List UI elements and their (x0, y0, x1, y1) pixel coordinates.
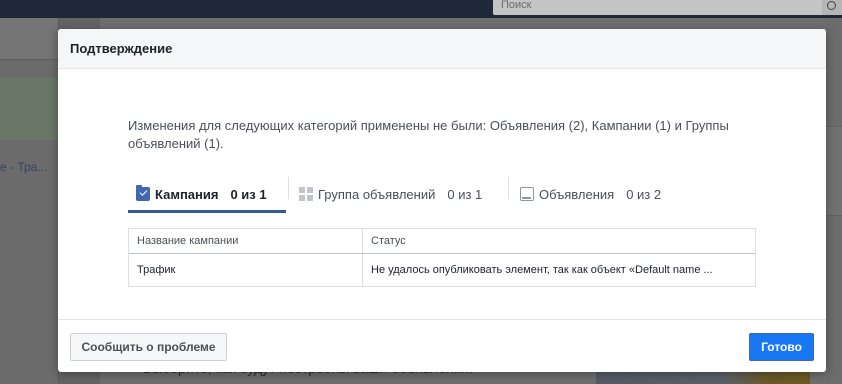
folder-check-icon (136, 185, 150, 201)
campaign-name-cell: Трафик (129, 254, 363, 286)
done-button[interactable]: Готово (749, 333, 814, 361)
column-header-status: Статус (371, 235, 406, 247)
dialog-footer: Сообщить о проблеме Готово (58, 319, 826, 372)
report-problem-button[interactable]: Сообщить о проблеме (70, 333, 227, 361)
tab-ads-label: Объявления (539, 186, 615, 202)
tab-campaign-label: Кампания (155, 186, 219, 202)
grid-icon (299, 187, 313, 201)
search-input[interactable]: Поиск (501, 0, 531, 12)
search-icon[interactable] (822, 0, 842, 15)
column-header-campaign-name: Название кампании (129, 229, 363, 253)
table-header: Название кампании Статус (129, 229, 755, 254)
dialog-title: Подтверждение (70, 41, 173, 56)
tab-divider (288, 177, 289, 199)
tab-ads[interactable]: Объявления 0 из 2 (520, 174, 661, 214)
confirmation-dialog: Подтверждение Изменения для следующих ка… (58, 29, 826, 372)
results-table: Название кампании Статус Трафик Не удало… (128, 228, 756, 287)
category-tabs: Кампания 0 из 1 Группа объявлений 0 из 1… (128, 174, 755, 214)
tab-ad-set-count: 0 из 1 (447, 186, 483, 202)
tab-ad-set-label: Группа объявлений (318, 186, 436, 202)
table-row: Трафик Не удалось опубликовать элемент, … (129, 254, 755, 286)
left-sidebar-header (0, 18, 58, 60)
tab-ads-count: 0 из 2 (626, 186, 662, 202)
active-tab-indicator (128, 210, 286, 213)
left-sidebar (0, 18, 58, 384)
tab-campaign-count: 0 из 1 (230, 186, 267, 202)
background-preview-image (596, 372, 810, 384)
status-cell: Не удалось опубликовать элемент, так как… (371, 264, 713, 276)
search-box[interactable]: Поиск (493, 0, 842, 15)
error-message: Изменения для следующих категорий примен… (128, 118, 729, 151)
right-panel-row (826, 126, 842, 216)
left-sidebar-highlight (0, 78, 58, 140)
tab-ad-set[interactable]: Группа объявлений 0 из 1 (299, 174, 482, 214)
tab-divider (508, 177, 509, 199)
tab-campaign[interactable]: Кампания 0 из 1 (136, 174, 267, 214)
dialog-header: Подтверждение (58, 29, 826, 69)
ad-icon (520, 187, 534, 201)
sidebar-campaign-link[interactable]: е - Тра... (0, 160, 47, 174)
